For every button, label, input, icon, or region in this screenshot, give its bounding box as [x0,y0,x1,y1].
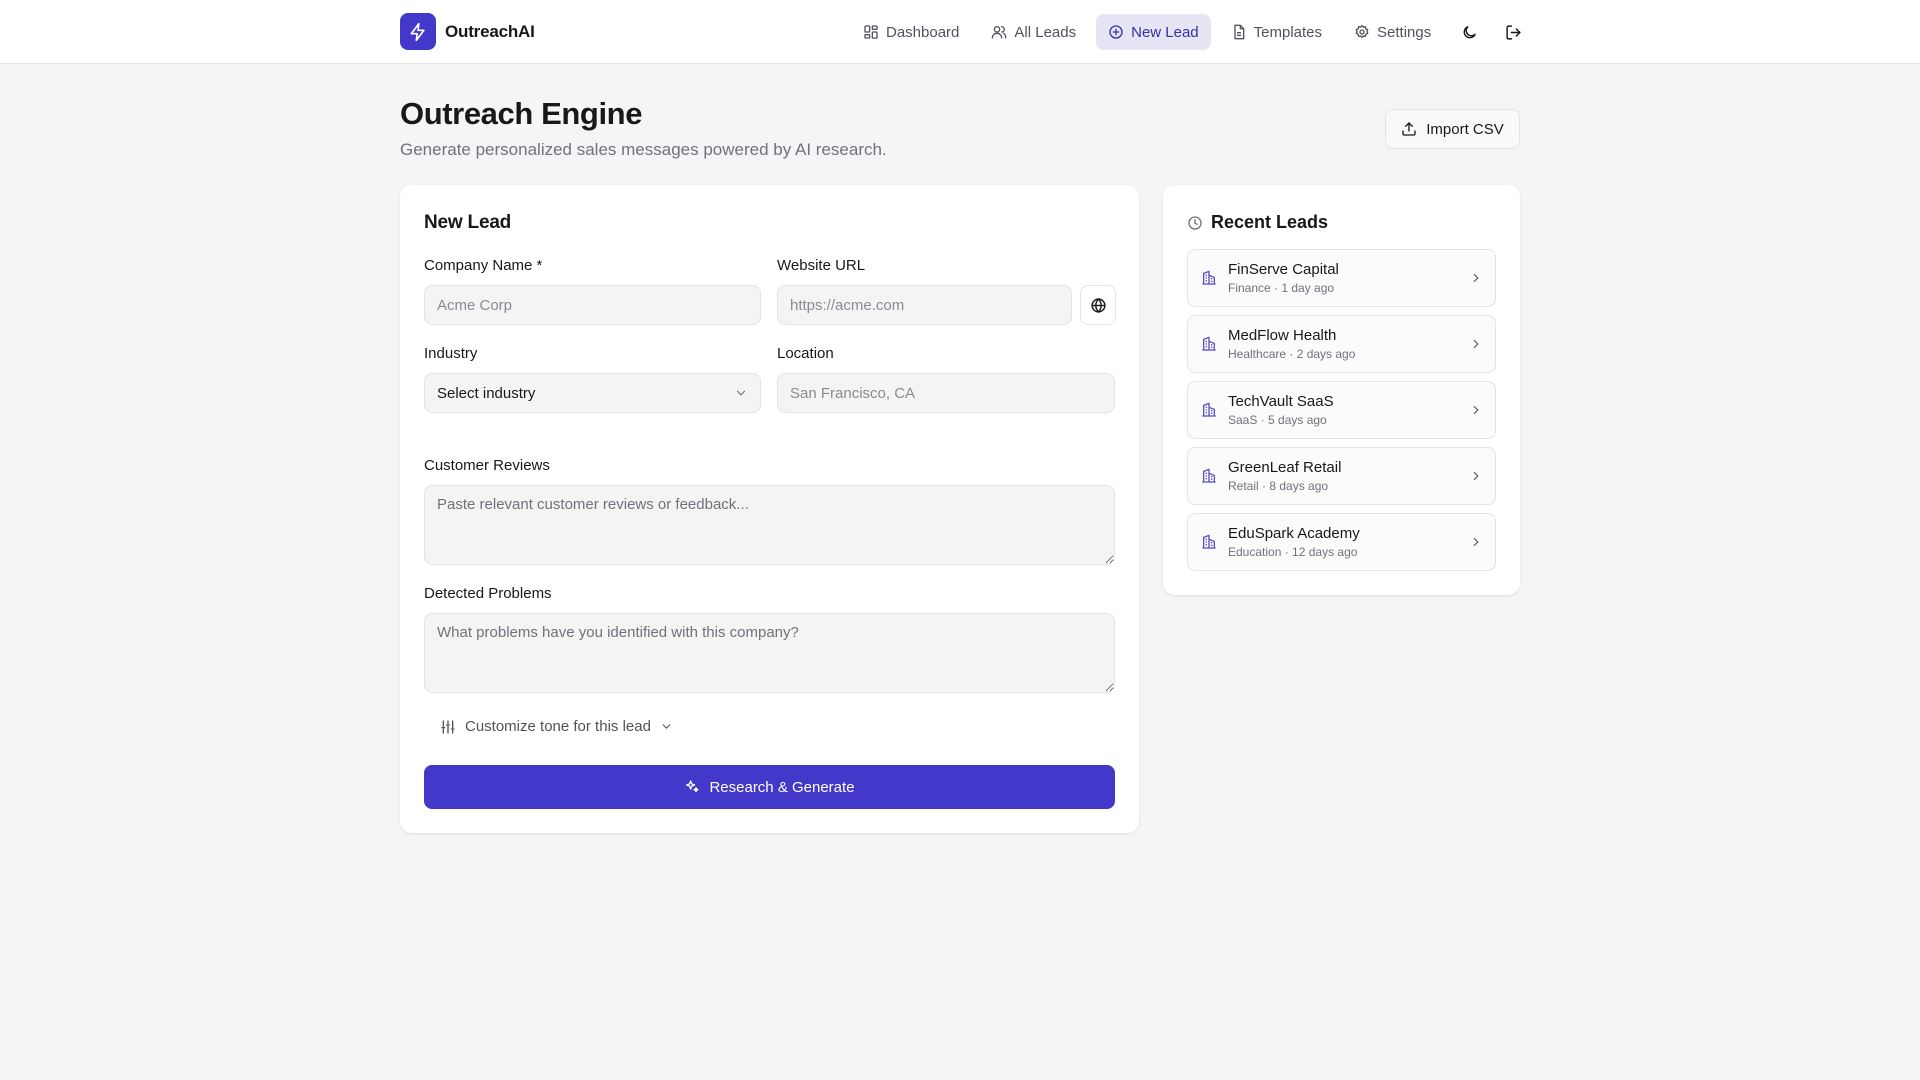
new-lead-title: New Lead [424,212,512,233]
chevron-right-icon [1473,339,1479,349]
brand[interactable]: OutreachAI [400,13,535,50]
top-nav-bar: OutreachAI Dashboard All Leads New Lead … [0,0,1920,64]
logout-icon [1506,24,1521,40]
chevron-right-icon [1473,471,1479,481]
clock-icon [1188,215,1202,230]
location-label: Location [777,345,834,362]
research-generate-label: Research & Generate [709,778,855,796]
research-generate-button[interactable]: Research & Generate [424,765,1115,809]
nav-item-dashboard[interactable]: Dashboard [851,14,971,50]
sliders-icon [441,719,455,734]
logout-button[interactable] [1495,14,1531,50]
document-icon [1233,24,1244,40]
recent-lead-meta: Healthcare · 2 days ago [1228,347,1356,361]
recent-lead-meta: Finance · 1 day ago [1228,281,1335,295]
chevron-down-icon [662,724,671,729]
recent-lead-item[interactable]: FinServe Capital Finance · 1 day ago [1187,249,1496,307]
nav-item-label: Settings [1377,23,1432,41]
page-title: Outreach Engine [400,96,643,131]
recent-lead-item[interactable]: GreenLeaf Retail Retail · 8 days ago [1187,447,1496,505]
recent-lead-meta: SaaS · 5 days ago [1228,413,1327,427]
nav-item-label: Dashboard [886,23,960,41]
recent-lead-name: EduSpark Academy [1228,525,1360,542]
recent-lead-name: TechVault SaaS [1228,393,1334,410]
company-name-input[interactable] [424,285,761,325]
website-url-label: Website URL [777,257,866,274]
website-lookup-button[interactable] [1080,285,1116,325]
gear-icon [1355,24,1369,39]
building-icon [1202,534,1216,549]
chevron-right-icon [1473,273,1479,283]
building-icon [1202,270,1216,285]
industry-label: Industry [424,345,478,362]
building-icon [1202,402,1216,417]
nav-item-label: New Lead [1131,23,1199,41]
chevron-down-icon [736,390,746,396]
website-url-input[interactable] [777,285,1072,325]
location-input[interactable] [777,373,1115,413]
recent-lead-meta: Education · 12 days ago [1228,545,1358,559]
customize-tone-toggle[interactable]: Customize tone for this lead [440,718,673,735]
recent-lead-item[interactable]: MedFlow Health Healthcare · 2 days ago [1187,315,1496,373]
customer-reviews-textarea[interactable] [424,485,1115,565]
nav-item-templates[interactable]: Templates [1219,14,1334,50]
recent-lead-meta: Retail · 8 days ago [1228,479,1329,493]
sparkles-icon [686,780,700,793]
chevron-right-icon [1473,405,1479,415]
detected-problems-textarea[interactable] [424,613,1115,693]
recent-leads-title-text: Recent Leads [1211,212,1329,232]
customer-reviews-label: Customer Reviews [424,457,550,474]
detected-problems-label: Detected Problems [424,585,552,602]
recent-lead-name: FinServe Capital [1228,261,1339,278]
industry-select-value: Select industry [437,384,536,402]
nav-item-settings[interactable]: Settings [1342,14,1443,50]
recent-lead-name: MedFlow Health [1228,327,1337,344]
building-icon [1202,336,1216,351]
lightning-icon [400,13,436,50]
recent-leads-title: Recent Leads [1187,212,1328,233]
import-csv-label: Import CSV [1426,120,1504,138]
main-nav: Dashboard All Leads New Lead Templates S… [851,14,1531,50]
nav-item-label: All Leads [1014,23,1077,41]
upload-icon [1402,122,1416,136]
customize-tone-label: Customize tone for this lead [465,718,651,735]
page-subtitle: Generate personalized sales messages pow… [400,140,887,159]
building-icon [1202,468,1216,483]
recent-lead-item[interactable]: EduSpark Academy Education · 12 days ago [1187,513,1496,571]
company-name-label: Company Name * [424,257,543,274]
moon-icon [1463,25,1476,38]
nav-item-all-leads[interactable]: All Leads [979,14,1088,50]
nav-item-new-lead[interactable]: New Lead [1096,14,1211,50]
plus-circle-icon [1109,25,1123,39]
dashboard-icon [864,25,878,39]
nav-item-label: Templates [1253,23,1323,41]
industry-select[interactable]: Select industry [424,373,761,413]
recent-lead-name: GreenLeaf Retail [1228,459,1342,476]
chevron-right-icon [1473,537,1479,547]
recent-lead-item[interactable]: TechVault SaaS SaaS · 5 days ago [1187,381,1496,439]
users-icon [992,26,1007,39]
brand-name: OutreachAI [445,21,535,41]
globe-icon [1090,297,1106,313]
theme-toggle-button[interactable] [1451,14,1487,50]
import-csv-button[interactable]: Import CSV [1385,109,1520,149]
